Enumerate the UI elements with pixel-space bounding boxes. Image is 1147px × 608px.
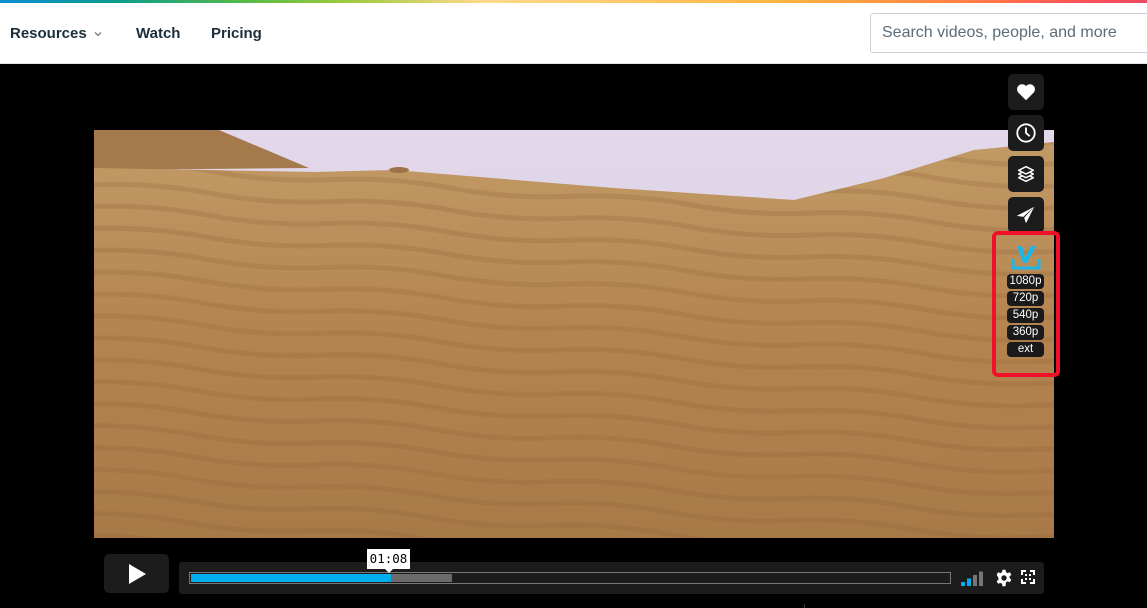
video-player: 1080p 720p 540p 360p ext 01:08 <box>0 64 1147 608</box>
search-input[interactable] <box>870 13 1147 53</box>
nav-resources-label: Resources <box>10 25 87 42</box>
watch-later-button[interactable] <box>1008 115 1044 151</box>
download-720p-button[interactable]: 720p <box>1007 291 1044 306</box>
nav-watch-label: Watch <box>136 25 181 42</box>
nav-pricing-label: Pricing <box>211 25 262 42</box>
clock-icon <box>1016 123 1036 143</box>
played-bar <box>191 574 391 582</box>
progress-bar[interactable] <box>189 572 951 584</box>
side-action-buttons <box>1008 74 1044 238</box>
vimeo-download-icon[interactable] <box>1009 243 1043 271</box>
volume-icon[interactable] <box>961 570 985 586</box>
download-external-button[interactable]: ext <box>1007 342 1044 357</box>
top-navigation: Resources Watch Pricing <box>0 3 1147 64</box>
download-1080p-button[interactable]: 1080p <box>1007 274 1044 289</box>
volume-bar <box>973 575 977 586</box>
resolution-list: 1080p 720p 540p 360p ext <box>1007 274 1045 359</box>
volume-bar <box>967 578 971 586</box>
layers-icon <box>1017 165 1035 183</box>
volume-bar <box>961 582 965 586</box>
control-bar <box>179 562 1044 594</box>
page-divider <box>804 604 805 608</box>
paper-plane-icon <box>1016 206 1035 224</box>
share-button[interactable] <box>1008 197 1044 233</box>
download-extension-panel: 1080p 720p 540p 360p ext <box>992 231 1060 377</box>
nav-resources[interactable]: Resources <box>10 25 103 42</box>
fullscreen-icon[interactable] <box>1021 570 1035 584</box>
nav-watch[interactable]: Watch <box>136 25 180 42</box>
nav-pricing[interactable]: Pricing <box>211 25 262 42</box>
play-button[interactable] <box>104 554 169 593</box>
download-360p-button[interactable]: 360p <box>1007 325 1044 340</box>
download-540p-button[interactable]: 540p <box>1007 308 1044 323</box>
time-tooltip: 01:08 <box>367 549 410 573</box>
chevron-down-icon <box>94 31 102 36</box>
video-frame[interactable] <box>94 130 1054 538</box>
like-button[interactable] <box>1008 74 1044 110</box>
play-icon <box>128 563 146 584</box>
settings-gear-icon[interactable] <box>995 569 1013 587</box>
video-still-desert-dunes <box>94 130 1054 538</box>
volume-bar <box>979 571 983 586</box>
heart-icon <box>1017 84 1035 101</box>
collections-button[interactable] <box>1008 156 1044 192</box>
